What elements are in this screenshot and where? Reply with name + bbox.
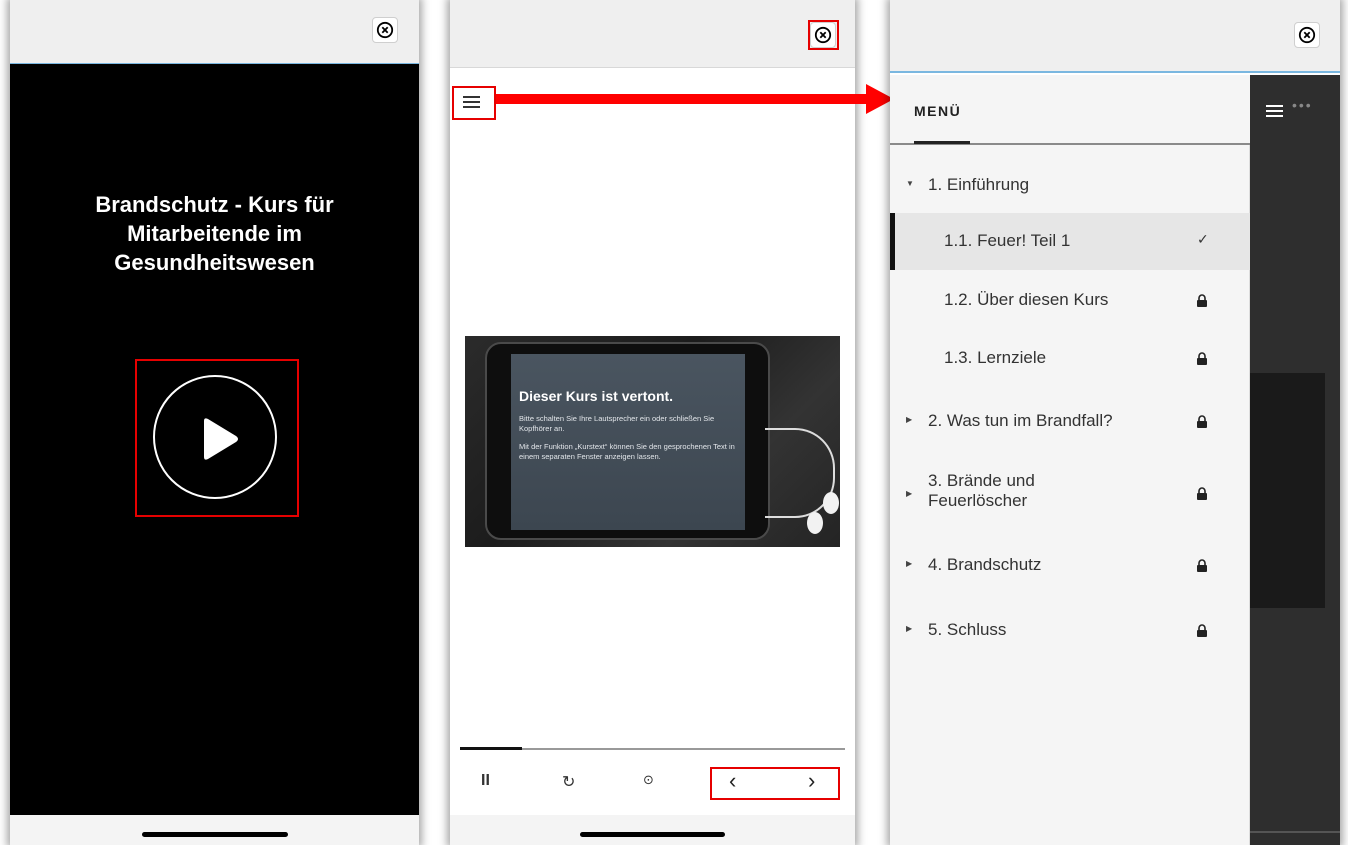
slide-heading: Dieser Kurs ist vertont. [519, 388, 674, 404]
highlight-box [710, 767, 840, 800]
lock-icon [1197, 624, 1207, 637]
home-bar-area [450, 815, 855, 845]
menu-title-underline [914, 141, 970, 144]
course-title: Brandschutz - Kurs für Mitarbeitende im … [95, 192, 334, 275]
home-bar-area [10, 815, 419, 845]
menu-item-label: 2. Was tun im Brandfall? [928, 411, 1113, 430]
highlight-box [135, 359, 299, 517]
transcript-button[interactable]: ⊙ [643, 772, 654, 788]
pause-button[interactable]: II [481, 772, 490, 790]
menu-item-label: 1.1. Feuer! Teil 1 [944, 231, 1071, 250]
top-bar [10, 0, 419, 64]
close-button[interactable] [372, 17, 398, 43]
menu-lesson-1-1[interactable]: 1.1. Feuer! Teil 1 ✓ [890, 213, 1250, 270]
menu-item-label: 3. Brände und Feuerlöscher [928, 471, 1035, 510]
caret-right-icon: ▶ [906, 489, 913, 498]
caret-right-icon: ▶ [906, 559, 913, 568]
menu-item-label: 1.3. Lernziele [944, 348, 1047, 367]
menu-chapter-5[interactable]: ▶ 5. Schluss [890, 610, 1250, 650]
replay-button[interactable]: ↻ [562, 772, 575, 792]
menu-header: MENÜ [890, 75, 1250, 145]
dimmed-progress-bar [1250, 831, 1340, 833]
close-button[interactable] [1294, 22, 1320, 48]
menu-chapter-1[interactable]: ▼ 1. Einführung [890, 167, 1250, 203]
slide-text-2: Mit der Funktion „Kurstext“ können Sie d… [519, 442, 735, 461]
menu-icon[interactable] [1266, 105, 1283, 120]
menu-item-label: 1.2. Über diesen Kurs [944, 290, 1109, 309]
top-bar [450, 0, 855, 68]
tablet-graphic: Dieser Kurs ist vertont. Bitte schalten … [485, 342, 770, 540]
lock-icon [1197, 294, 1207, 307]
checkmark-icon: ✓ [1197, 231, 1209, 247]
more-icon[interactable]: ••• [1292, 97, 1313, 113]
screen-course-start: Brandschutz - Kurs für Mitarbeitende im … [10, 0, 419, 845]
earbud [823, 492, 839, 514]
screen-course-slide: ••• Dieser Kurs ist vertont. Bitte schal… [450, 0, 855, 845]
menu-chapter-3[interactable]: ▶ 3. Brände und Feuerlöscher [890, 467, 1250, 517]
lock-icon [1197, 559, 1207, 572]
slide-text-1: Bitte schalten Sie Ihre Lautsprecher ein… [519, 414, 715, 433]
top-bar [890, 0, 1340, 73]
audio-progress-fill [460, 747, 522, 750]
home-indicator [142, 832, 288, 837]
close-icon [1298, 26, 1316, 44]
dimmed-course-background[interactable]: ••• [1250, 75, 1340, 845]
menu-chapter-2[interactable]: ▶ 2. Was tun im Brandfall? [890, 401, 1250, 441]
caret-right-icon: ▶ [906, 624, 913, 633]
home-indicator [580, 832, 725, 837]
slide-image: Dieser Kurs ist vertont. Bitte schalten … [465, 336, 840, 547]
dimmed-slide-image [1250, 373, 1325, 608]
close-icon [376, 21, 394, 39]
caret-right-icon: ▶ [906, 415, 913, 424]
tablet-screen: Dieser Kurs ist vertont. Bitte schalten … [511, 354, 745, 530]
menu-item-label: 5. Schluss [928, 620, 1007, 639]
menu-item-label: 4. Brandschutz [928, 555, 1042, 574]
earbud [807, 512, 823, 534]
red-arrow [496, 84, 894, 114]
lock-icon [1197, 415, 1207, 428]
highlight-box [452, 86, 496, 120]
audio-progress-bar[interactable] [460, 747, 845, 750]
highlight-box [808, 20, 839, 50]
menu-chapter-4[interactable]: ▶ 4. Brandschutz [890, 545, 1250, 585]
menu-lesson-1-2[interactable]: 1.2. Über diesen Kurs [890, 280, 1250, 320]
screen-course-menu: ••• MENÜ ▼ 1. Einführung 1.1. Feuer! Tei… [890, 0, 1340, 845]
menu-item-label: 1. Einführung [928, 175, 1030, 194]
lock-icon [1197, 487, 1207, 500]
menu-title: MENÜ [914, 103, 962, 119]
menu-lesson-1-3[interactable]: 1.3. Lernziele [890, 338, 1250, 378]
caret-down-icon: ▼ [906, 179, 914, 188]
lock-icon [1197, 352, 1207, 365]
menu-panel: MENÜ ▼ 1. Einführung 1.1. Feuer! Teil 1 … [890, 75, 1250, 845]
